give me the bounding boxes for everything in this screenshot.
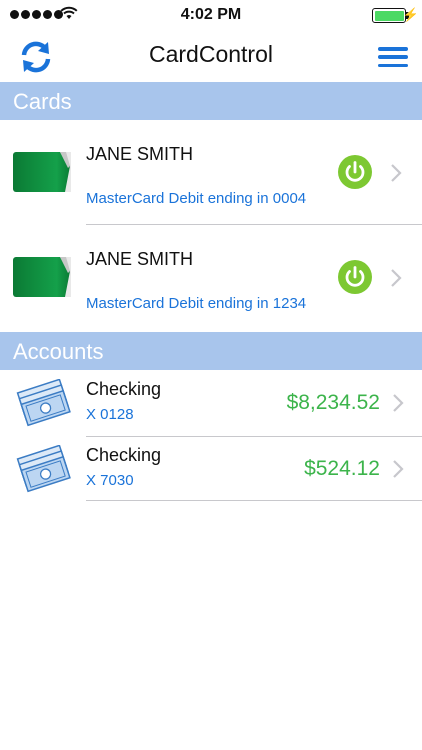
cash-stack-icon (16, 379, 71, 427)
battery-icon (372, 8, 406, 23)
card-holder-name: JANE SMITH (86, 249, 194, 269)
chevron-right-icon (393, 460, 404, 478)
account-number: X 7030 (86, 472, 134, 489)
card-description: MasterCard Debit ending in 0004 (86, 190, 307, 207)
navigation-bar: CardControl (0, 30, 422, 80)
charging-bolt-icon: ⚡ (402, 7, 419, 22)
card-row[interactable]: JANE SMITH MasterCard Debit ending in 00… (0, 120, 422, 225)
account-row[interactable]: Checking X 0128 $8,234.52 (0, 371, 422, 437)
page-title: CardControl (149, 41, 273, 67)
cash-stack-icon (16, 445, 71, 493)
card-description: MasterCard Debit ending in 1234 (86, 295, 307, 312)
accounts-section-header: Accounts (0, 332, 422, 370)
status-bar: 4:02 PM ⚡ (0, 0, 422, 30)
account-row[interactable]: Checking X 7030 $524.12 (0, 437, 422, 502)
status-time: 4:02 PM (180, 6, 242, 23)
account-balance: $8,234.52 (286, 391, 380, 414)
chevron-right-icon (391, 269, 402, 287)
credit-card-icon (13, 257, 71, 297)
account-number: X 0128 (86, 406, 134, 423)
account-balance: $524.12 (304, 457, 380, 480)
credit-card-icon (13, 152, 71, 192)
power-icon[interactable] (338, 155, 372, 189)
section-label-accounts: Accounts (13, 339, 104, 364)
section-label-cards: Cards (13, 89, 72, 114)
cards-section-header: Cards (0, 82, 422, 120)
account-name: Checking (86, 445, 162, 465)
divider (86, 500, 422, 501)
card-row[interactable]: JANE SMITH MasterCard Debit ending in 12… (0, 225, 422, 329)
chevron-right-icon (391, 164, 402, 182)
card-holder-name: JANE SMITH (86, 144, 194, 164)
account-name: Checking (86, 379, 162, 399)
menu-icon[interactable] (378, 47, 408, 67)
chevron-right-icon (393, 394, 404, 412)
power-icon[interactable] (338, 260, 372, 294)
